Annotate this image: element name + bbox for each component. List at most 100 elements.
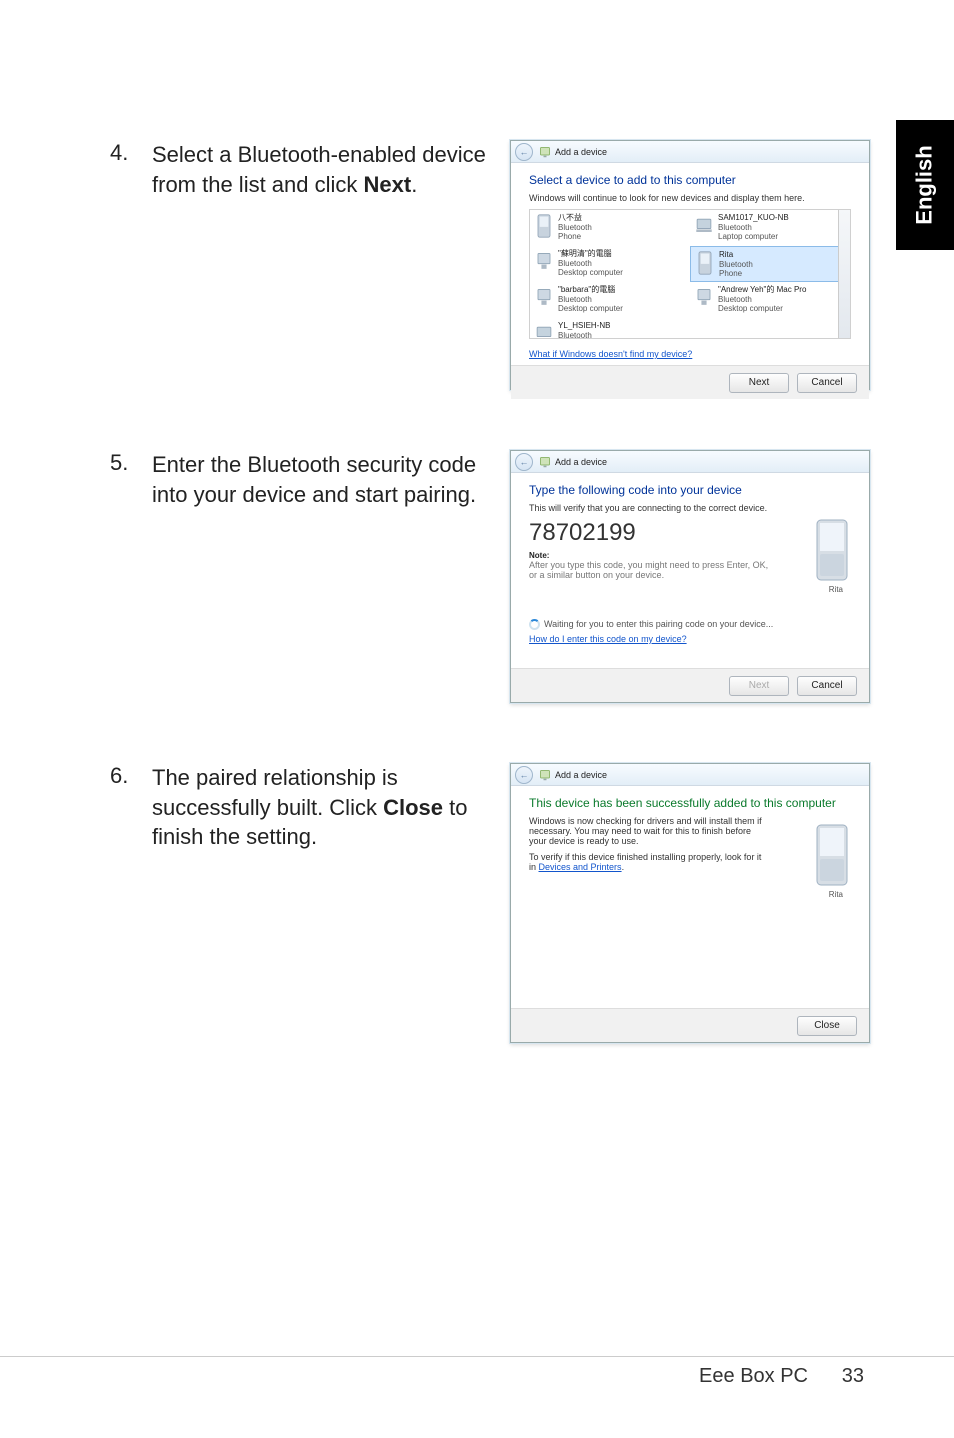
next-button: Next: [729, 676, 789, 696]
dialog-titlebar: ← Add a device: [511, 141, 869, 163]
devices-printers-link[interactable]: Devices and Printers: [539, 862, 622, 872]
add-device-dialog-select: ✕ ← Add a device Select a device to add …: [510, 140, 870, 390]
dialog-title: Add a device: [555, 770, 607, 780]
page-footer: Eee Box PC 33: [0, 1356, 954, 1388]
desktop-icon: [694, 285, 714, 311]
cancel-button[interactable]: Cancel: [797, 676, 857, 696]
step-text-a: The paired relationship is successfully …: [152, 765, 398, 820]
page-content: 4. Select a Bluetooth-enabled device fro…: [110, 140, 870, 1103]
step-text-bold: Close: [383, 795, 443, 820]
dialog-title: Add a device: [555, 457, 607, 467]
dialog-subtext: This will verify that you are connecting…: [529, 503, 851, 513]
device-type: Bluetooth: [558, 259, 623, 269]
step-text-c: .: [411, 172, 417, 197]
list-item[interactable]: "Andrew Yeh"的 Mac ProBluetoothDesktop co…: [690, 282, 850, 318]
phone-illustration: [815, 824, 849, 886]
laptop-icon: [534, 321, 554, 339]
language-tab: English: [896, 120, 954, 250]
dialog-subtext: Windows will continue to look for new de…: [529, 193, 851, 203]
step-text-a: Select a Bluetooth-enabled device from t…: [152, 142, 486, 197]
device-name: "Andrew Yeh"的 Mac Pro: [718, 285, 806, 295]
device-type: Bluetooth: [558, 295, 623, 305]
dialog-heading: Type the following code into your device: [529, 483, 851, 497]
dialog-footer: Next Cancel: [511, 668, 869, 702]
step-image: ✕ ← Add a device This device has been su…: [510, 763, 870, 1043]
dialog-titlebar: ← Add a device: [511, 764, 869, 786]
device-icon: [539, 456, 551, 468]
device-category: Desktop computer: [558, 268, 623, 278]
scrollbar[interactable]: [838, 210, 850, 338]
phone-illustration: [815, 519, 849, 581]
device-name: YL_HSIEH-NB: [558, 321, 610, 331]
step-4: 4. Select a Bluetooth-enabled device fro…: [110, 140, 870, 390]
step-text: Select a Bluetooth-enabled device from t…: [152, 140, 492, 199]
dialog-footer: Close: [511, 1008, 869, 1042]
page-number: 33: [832, 1365, 864, 1388]
list-item-selected[interactable]: RitaBluetoothPhone: [690, 246, 850, 282]
device-icon: [539, 769, 551, 781]
help-link[interactable]: How do I enter this code on my device?: [529, 634, 687, 644]
list-item[interactable]: SAM1017_KUO-NBBluetoothLaptop computer: [690, 210, 850, 246]
device-type: Bluetooth: [558, 331, 610, 339]
dialog-body: Select a device to add to this computer …: [511, 163, 869, 365]
device-type: Bluetooth: [719, 260, 753, 270]
list-item[interactable]: "barbara"的電腦BluetoothDesktop computer: [530, 282, 690, 318]
device-category: Phone: [719, 269, 753, 279]
pairing-code: 78702199: [529, 519, 851, 547]
back-button[interactable]: ←: [515, 453, 533, 471]
device-name: "蘇明清"的電腦: [558, 249, 623, 259]
note-label: Note:: [529, 551, 851, 560]
dialog-footer: Next Cancel: [511, 365, 869, 399]
device-list[interactable]: 八不益BluetoothPhone SAM1017_KUO-NBBluetoot…: [529, 209, 851, 339]
dialog-heading: Select a device to add to this computer: [529, 173, 851, 187]
step-5: 5. Enter the Bluetooth security code int…: [110, 450, 870, 703]
dialog-titlebar: ← Add a device: [511, 451, 869, 473]
device-type: Bluetooth: [718, 295, 806, 305]
list-item[interactable]: "蘇明清"的電腦BluetoothDesktop computer: [530, 246, 690, 282]
step-number: 4.: [110, 140, 152, 166]
device-category: Desktop computer: [718, 304, 806, 314]
waiting-text: Waiting for you to enter this pairing co…: [544, 619, 773, 629]
dialog-title: Add a device: [555, 147, 607, 157]
back-button[interactable]: ←: [515, 143, 533, 161]
step-text-bold: Next: [364, 172, 412, 197]
phone-icon: [534, 213, 554, 239]
device-type: Bluetooth: [718, 223, 789, 233]
list-item[interactable]: YL_HSIEH-NBBluetooth: [530, 318, 690, 339]
add-device-dialog-success: ✕ ← Add a device This device has been su…: [510, 763, 870, 1043]
desktop-icon: [534, 285, 554, 311]
step-number: 6.: [110, 763, 152, 789]
device-icon: [539, 146, 551, 158]
help-link[interactable]: What if Windows doesn't find my device?: [529, 349, 692, 359]
device-name: SAM1017_KUO-NB: [718, 213, 789, 223]
cancel-button[interactable]: Cancel: [797, 373, 857, 393]
device-name: "barbara"的電腦: [558, 285, 623, 295]
add-device-dialog-code: ✕ ← Add a device Type the following code…: [510, 450, 870, 703]
device-type: Bluetooth: [558, 223, 592, 233]
close-button[interactable]: Close: [797, 1016, 857, 1036]
dialog-heading: This device has been successfully added …: [529, 796, 851, 810]
device-name: 八不益: [558, 213, 592, 223]
back-button[interactable]: ←: [515, 766, 533, 784]
next-button[interactable]: Next: [729, 373, 789, 393]
language-label: English: [912, 145, 938, 224]
success-text-1: Windows is now checking for drivers and …: [529, 816, 769, 846]
success-text-2: To verify if this device finished instal…: [529, 852, 769, 872]
step-text: Enter the Bluetooth security code into y…: [152, 450, 492, 509]
product-name: Eee Box PC: [699, 1365, 808, 1388]
step-6: 6. The paired relationship is successful…: [110, 763, 870, 1043]
phone-icon: [695, 250, 715, 276]
step-image: ✕ ← Add a device Select a device to add …: [510, 140, 870, 390]
desktop-icon: [534, 249, 554, 275]
note-text: After you type this code, you might need…: [529, 560, 769, 580]
spinner-icon: [529, 619, 540, 630]
laptop-icon: [694, 213, 714, 239]
device-category: Phone: [558, 232, 592, 242]
dialog-body: This device has been successfully added …: [511, 786, 869, 1008]
step-text: The paired relationship is successfully …: [152, 763, 492, 852]
step-image: ✕ ← Add a device Type the following code…: [510, 450, 870, 703]
step-number: 5.: [110, 450, 152, 476]
device-caption: Rita: [829, 890, 843, 899]
dialog-body: Type the following code into your device…: [511, 473, 869, 668]
list-item[interactable]: 八不益BluetoothPhone: [530, 210, 690, 246]
